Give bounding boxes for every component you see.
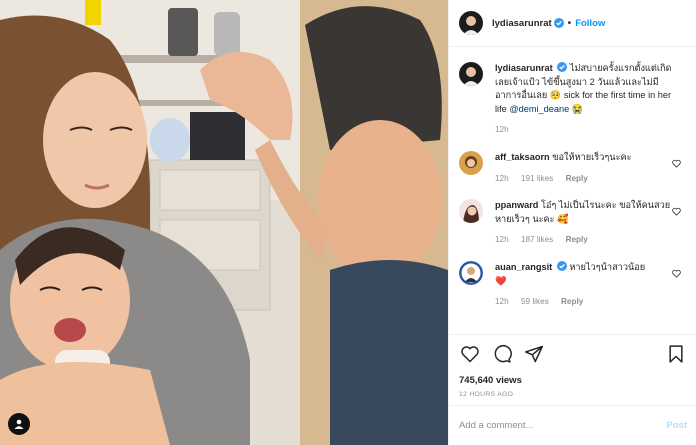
post-button[interactable]: Post (666, 420, 687, 431)
comment-likes[interactable]: 191 likes (521, 174, 553, 183)
user-tag-icon (14, 419, 24, 429)
avatar[interactable] (459, 199, 483, 224)
caption-body: lydiasarunrat ไม่สบายครั้งแรกตั้งแต่เกิด… (495, 62, 675, 137)
action-bar: 745,640 views 12 HOURS AGO (449, 334, 696, 398)
comment-time[interactable]: 12h (495, 297, 509, 306)
comment-button[interactable] (491, 343, 513, 365)
verified-badge-icon (557, 62, 568, 72)
comment-emoji: ❤️ (495, 275, 507, 286)
comment-likes[interactable]: 59 likes (521, 297, 549, 306)
heart-icon (461, 346, 479, 363)
reply-button[interactable]: Reply (566, 174, 588, 183)
bookmark-icon (669, 345, 683, 363)
share-icon (524, 345, 544, 363)
avatar[interactable] (459, 62, 483, 86)
comment-username[interactable]: aff_taksaorn (495, 152, 550, 162)
comment-body: aff_taksaorn ขอให้หายเร็วๆนะคะ 12h 191 l… (495, 151, 675, 185)
separator-dot: • (567, 17, 572, 29)
caption-time[interactable]: 12h (495, 125, 509, 134)
post-timestamp[interactable]: 12 HOURS AGO (459, 391, 687, 398)
comment-username[interactable]: auan_rangsit (495, 262, 552, 272)
reply-button[interactable]: Reply (561, 297, 583, 306)
post-sidebar: lydiasarunrat • Follow lydiasarunrat ไม่… (448, 0, 696, 445)
save-button[interactable] (665, 343, 687, 365)
avatar-image (459, 150, 483, 175)
comment-text: ขอให้หายเร็วๆนะคะ (552, 151, 632, 162)
avatar-image (459, 199, 483, 224)
comment-username[interactable]: ppanward (495, 200, 538, 210)
avatar-image (459, 11, 483, 35)
avatar-image (459, 260, 483, 285)
comment-time[interactable]: 12h (495, 235, 509, 244)
avatar-image (459, 62, 483, 86)
comment-composer: Post (449, 405, 696, 445)
comment-list[interactable]: lydiasarunrat ไม่สบายครั้งแรกตั้งแต่เกิด… (449, 48, 696, 334)
caption-meta: 12h (495, 123, 675, 137)
caption-mention[interactable]: @demi_deane (509, 104, 569, 114)
comment-body: auan_rangsit หายไวๆน้าสาวน้อย ❤️ 12h 59 … (495, 260, 675, 309)
view-count[interactable]: 745,640 views (459, 375, 687, 386)
share-button[interactable] (523, 343, 545, 365)
heart-icon[interactable] (672, 269, 681, 278)
caption-emoji: 😭 (571, 103, 584, 114)
comment-text: หายไวๆน้าสาวน้อย (569, 261, 646, 272)
comment-item: auan_rangsit หายไวๆน้าสาวน้อย ❤️ 12h 59 … (459, 260, 687, 309)
comment-likes[interactable]: 187 likes (521, 235, 553, 244)
heart-icon[interactable] (672, 207, 681, 216)
comment-time[interactable]: 12h (495, 174, 509, 183)
reply-button[interactable]: Reply (566, 235, 588, 244)
comment-input[interactable] (459, 420, 667, 431)
comment-meta: 12h 59 likes Reply (495, 295, 675, 309)
post-header: lydiasarunrat • Follow (449, 0, 696, 47)
caption-username[interactable]: lydiasarunrat (495, 63, 553, 73)
comment-meta: 12h 187 likes Reply (495, 233, 675, 247)
like-button[interactable] (459, 343, 481, 365)
follow-button[interactable]: Follow (575, 18, 605, 29)
user-tag-button[interactable] (8, 413, 30, 435)
caption: lydiasarunrat ไม่สบายครั้งแรกตั้งแต่เกิด… (459, 62, 687, 137)
verified-badge-icon (553, 18, 564, 28)
video-frame (0, 0, 448, 445)
action-icons (459, 343, 687, 365)
comment-item: aff_taksaorn ขอให้หายเร็วๆนะคะ 12h 191 l… (459, 150, 687, 185)
comment-meta: 12h 191 likes Reply (495, 172, 675, 186)
avatar[interactable] (459, 260, 483, 285)
avatar[interactable] (459, 11, 483, 35)
verified-badge-icon (556, 260, 567, 271)
heart-icon[interactable] (672, 159, 681, 168)
post-video[interactable] (0, 0, 448, 445)
avatar[interactable] (459, 150, 483, 175)
author-username[interactable]: lydiasarunrat (492, 18, 552, 29)
comment-body: ppanward โอ๋ๆ ไม่เป็นไรนะคะ ขอให้คนสวยหา… (495, 199, 675, 247)
comment-item: ppanward โอ๋ๆ ไม่เป็นไรนะคะ ขอให้คนสวยหา… (459, 199, 687, 247)
comment-icon (494, 345, 512, 363)
